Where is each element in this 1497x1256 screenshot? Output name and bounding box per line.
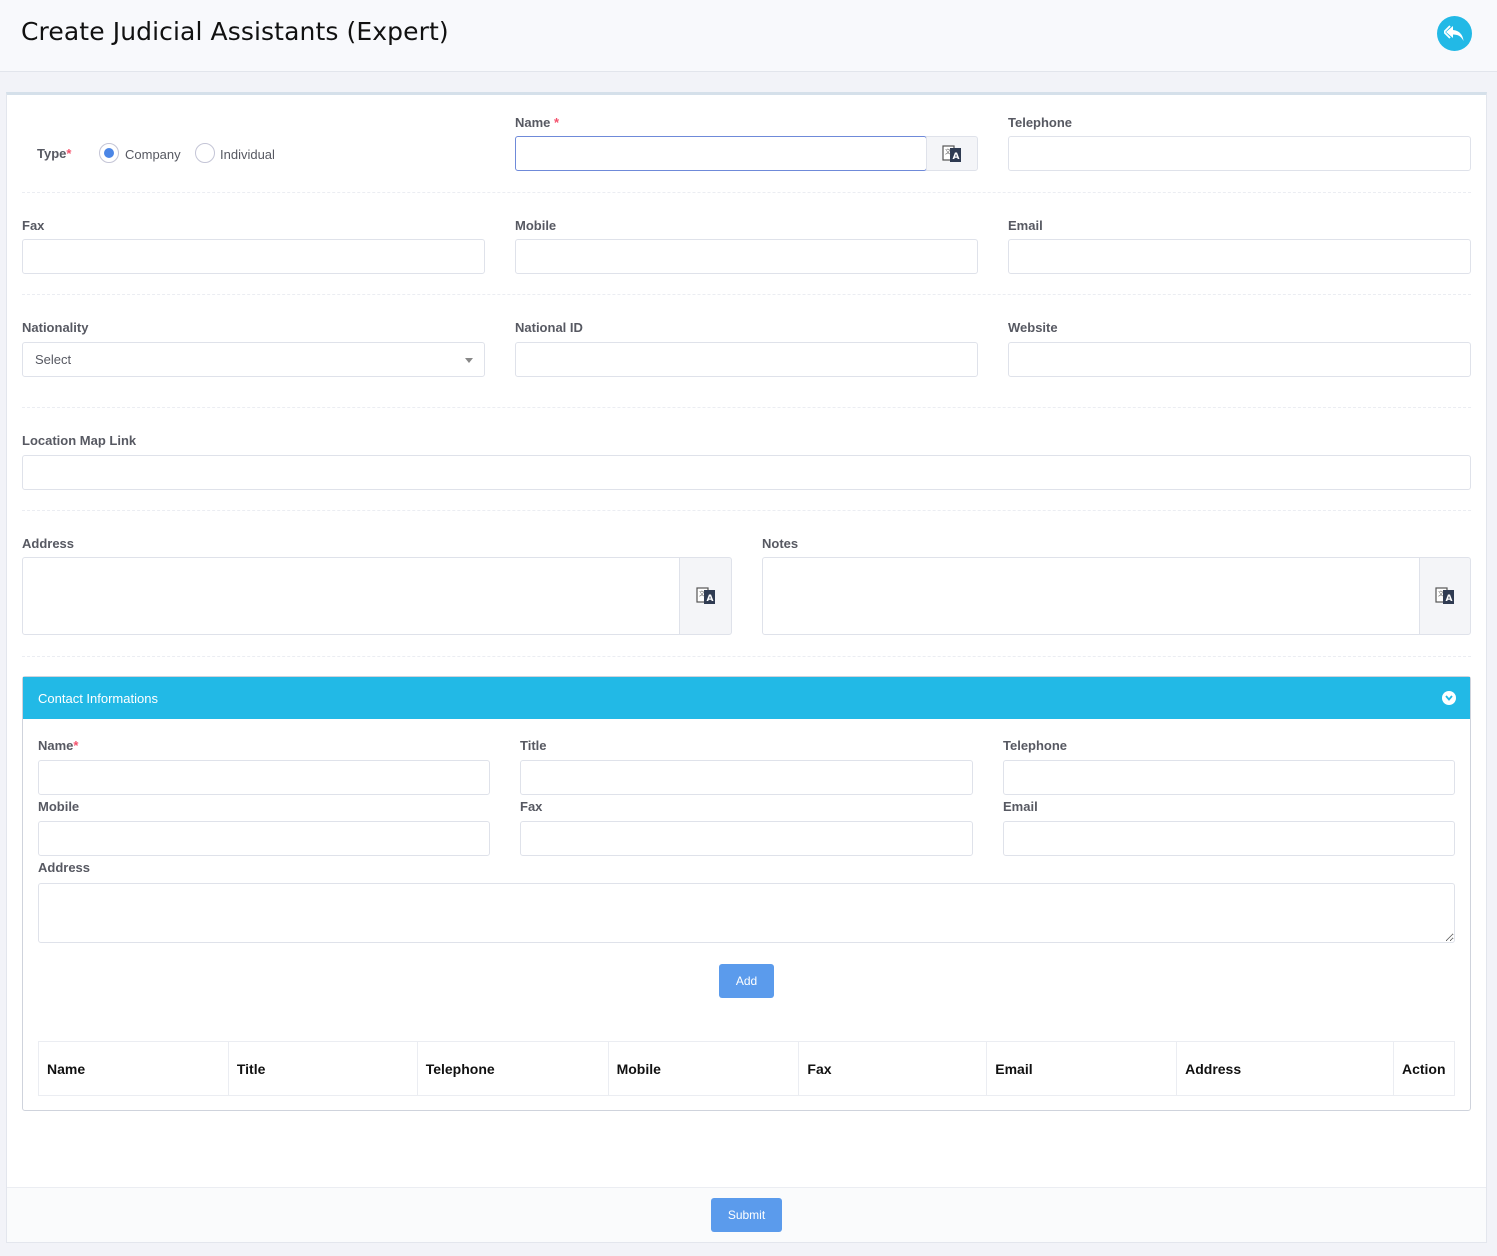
divider — [22, 656, 1471, 657]
table-header-cell[interactable]: Mobile — [607, 1041, 800, 1096]
telephone-label: Telephone — [1008, 115, 1073, 130]
email-input[interactable] — [1008, 239, 1471, 274]
national-id-label: National ID — [515, 320, 583, 335]
table-header-cell[interactable]: Name — [38, 1041, 229, 1096]
email-label: Email — [1008, 218, 1043, 233]
contact-title-input[interactable] — [520, 760, 973, 795]
reply-icon — [1443, 24, 1463, 41]
top-bar: Create Judicial Assistants (Expert) — [0, 0, 1497, 72]
fax-label: Fax — [22, 218, 45, 233]
radio-company-label: Company — [125, 147, 181, 162]
contact-panel-header[interactable]: Contact Informations — [23, 677, 1470, 719]
svg-text:文: 文 — [1438, 590, 1444, 598]
location-label: Location Map Link — [22, 433, 137, 448]
website-input[interactable] — [1008, 342, 1471, 377]
svg-text:文: 文 — [699, 590, 705, 598]
contacts-table: Name Title Telephone Mobile Fax Email Ad… — [38, 1041, 1456, 1096]
contact-address-textarea[interactable] — [38, 883, 1455, 943]
name-input[interactable] — [515, 136, 927, 171]
translate-icon: A 文 — [695, 587, 715, 604]
contact-mobile-label: Mobile — [38, 799, 80, 814]
table-header-cell[interactable]: Address — [1176, 1041, 1394, 1096]
radio-individual[interactable] — [195, 143, 215, 163]
table-header-cell[interactable]: Email — [986, 1041, 1178, 1096]
chevron-down-icon[interactable] — [1442, 691, 1456, 705]
card-footer: Submit — [7, 1187, 1486, 1242]
radio-individual-label: Individual — [220, 147, 275, 162]
contact-title-label: Title — [520, 738, 547, 753]
notes-label: Notes — [762, 536, 799, 551]
table-header-cell[interactable]: Telephone — [416, 1041, 609, 1096]
divider — [22, 294, 1471, 295]
location-input[interactable] — [22, 455, 1471, 490]
contact-fax-label: Fax — [520, 799, 543, 814]
address-textarea[interactable] — [22, 557, 681, 635]
contact-panel: Contact Informations Name* Title Telepho… — [22, 676, 1471, 1111]
contact-telephone-input[interactable] — [1003, 760, 1455, 795]
translate-notes-button[interactable]: A 文 — [1419, 557, 1471, 635]
website-label: Website — [1008, 320, 1058, 335]
mobile-input[interactable] — [515, 239, 978, 274]
svg-text:A: A — [1446, 594, 1453, 604]
nationality-select[interactable]: Select — [22, 342, 485, 377]
mobile-label: Mobile — [515, 218, 557, 233]
translate-icon: A 文 — [1435, 587, 1454, 604]
contact-panel-title: Contact Informations — [38, 691, 158, 706]
translate-name-button[interactable]: A 文 — [926, 136, 978, 171]
contact-email-label: Email — [1003, 799, 1038, 814]
table-header-cell[interactable]: Title — [227, 1041, 418, 1096]
national-id-input[interactable] — [515, 342, 978, 377]
table-header-row: Name Title Telephone Mobile Fax Email Ad… — [38, 1041, 1456, 1096]
contact-mobile-input[interactable] — [38, 821, 490, 856]
translate-icon: A 文 — [942, 144, 961, 162]
contact-name-label: Name* — [38, 738, 79, 753]
divider — [22, 510, 1471, 511]
back-button[interactable] — [1437, 16, 1472, 51]
svg-text:文: 文 — [945, 148, 951, 156]
translate-address-button[interactable]: A 文 — [679, 557, 732, 635]
caret-down-icon — [465, 358, 473, 363]
contact-address-label: Address — [38, 860, 91, 875]
submit-button[interactable]: Submit — [711, 1198, 782, 1232]
fax-input[interactable] — [22, 239, 485, 274]
table-header-cell[interactable]: Fax — [798, 1041, 988, 1096]
svg-text:A: A — [706, 594, 713, 604]
divider — [22, 407, 1471, 408]
name-label: Name * — [515, 115, 560, 130]
nationality-label: Nationality — [22, 320, 89, 335]
nationality-selected-value: Select — [35, 352, 72, 367]
svg-text:A: A — [953, 152, 960, 162]
type-label: Type* — [37, 146, 72, 161]
table-header-cell: Action — [1392, 1041, 1456, 1096]
contact-email-input[interactable] — [1003, 821, 1455, 856]
notes-textarea[interactable] — [762, 557, 1421, 635]
divider — [22, 192, 1471, 193]
add-contact-button[interactable]: Add — [719, 964, 774, 998]
telephone-input[interactable] — [1008, 136, 1471, 171]
contact-fax-input[interactable] — [520, 821, 973, 856]
contact-name-input[interactable] — [38, 760, 490, 795]
page-title: Create Judicial Assistants (Expert) — [21, 17, 449, 46]
radio-company[interactable] — [99, 143, 119, 163]
address-label: Address — [22, 536, 75, 551]
contact-telephone-label: Telephone — [1003, 738, 1068, 753]
